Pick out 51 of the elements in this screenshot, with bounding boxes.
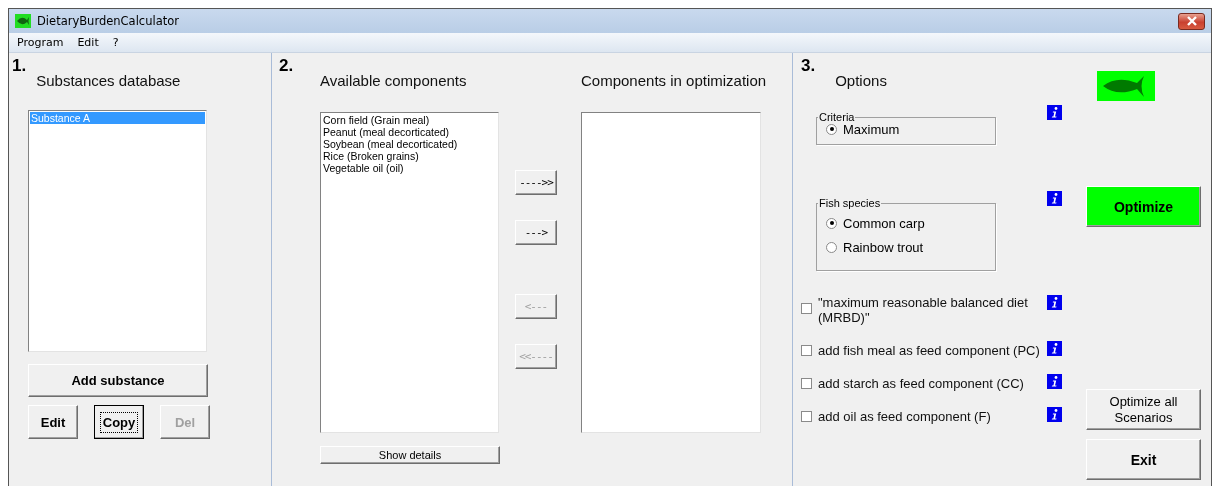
checkbox-label: add starch as feed component (CC) [818, 376, 1025, 391]
radio-button[interactable] [826, 123, 837, 135]
list-item[interactable]: Soybean (meal decorticated) [323, 138, 496, 150]
transfer-button[interactable]: ---->> [515, 170, 557, 195]
transfer-button[interactable]: ---> [515, 220, 557, 245]
radio-button[interactable] [826, 217, 837, 229]
step-number: 1. [12, 57, 27, 75]
group-label: Criteria [818, 111, 856, 123]
step-number: 3. [801, 57, 816, 75]
show-details-button[interactable]: Show details [320, 446, 500, 464]
section-title: Available components [320, 72, 468, 91]
info-icon[interactable] [1047, 105, 1062, 120]
checkbox[interactable] [801, 345, 812, 356]
info-icon[interactable] [1047, 341, 1062, 356]
close-icon [1184, 16, 1199, 26]
action-button[interactable]: Exit [1086, 439, 1201, 480]
section-title: Substances database [36, 72, 181, 90]
list-item[interactable]: Peanut (meal decorticated) [323, 126, 496, 138]
menu-item[interactable]: Program [17, 36, 64, 49]
menu-item[interactable]: ? [112, 36, 119, 49]
checkbox-label: add fish meal as feed component (PC) [818, 343, 1041, 358]
group-label: Fish species [818, 197, 882, 209]
list-item[interactable]: Rice (Broken grains) [323, 150, 496, 162]
close-button[interactable] [1178, 12, 1205, 30]
radio-label: Common carp [843, 215, 925, 231]
window-title: DietaryBurdenCalculator [37, 14, 179, 28]
step-number: 2. [278, 55, 295, 77]
checkbox[interactable] [801, 411, 812, 422]
info-icon[interactable] [1047, 191, 1062, 206]
fish-logo [1097, 71, 1155, 101]
add-substance-button[interactable]: Add substance [28, 364, 208, 397]
section-title: Options [835, 72, 887, 90]
list-item[interactable]: Vegetable oil (oil) [323, 162, 496, 174]
action-button[interactable]: Copy [94, 405, 144, 439]
radio-label: Rainbow trout [843, 239, 924, 255]
action-button[interactable]: Edit [28, 405, 78, 439]
action-button[interactable]: Optimize [1086, 186, 1201, 227]
checkbox[interactable] [801, 303, 812, 314]
list-item[interactable]: Corn field (Grain meal) [323, 114, 496, 126]
checkbox-label: add oil as feed component (F) [818, 409, 992, 424]
radio-label: Maximum [843, 121, 900, 137]
checkbox[interactable] [801, 378, 812, 389]
action-button[interactable]: Optimize all Scenarios [1086, 389, 1201, 430]
menu-item[interactable]: Edit [77, 36, 99, 49]
fish-icon [15, 14, 31, 28]
radio-button[interactable] [826, 241, 837, 253]
info-icon[interactable] [1047, 295, 1062, 310]
info-icon[interactable] [1047, 374, 1062, 389]
info-icon[interactable] [1047, 407, 1062, 422]
available-list[interactable]: Corn field (Grain meal) Peanut (meal decorticated) Soybean (meal decorticated) Rice (Broken grains) Vegetable oil (oil) [320, 112, 499, 433]
checkbox-label: "maximum reasonable balanced diet (MRBD)" [818, 295, 1029, 325]
